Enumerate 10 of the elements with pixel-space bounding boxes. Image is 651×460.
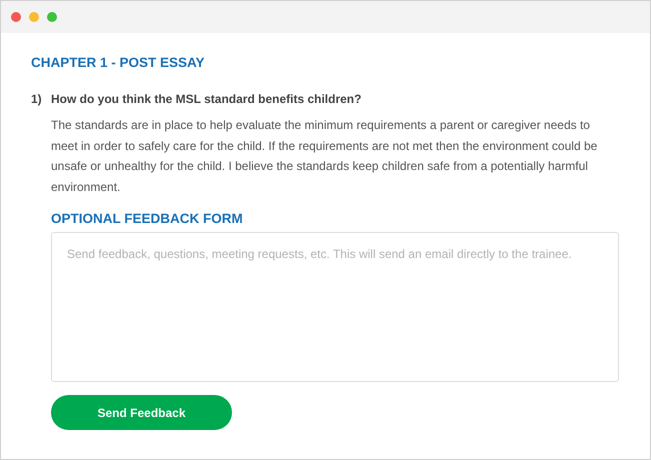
chapter-title: CHAPTER 1 - POST ESSAY <box>31 55 206 70</box>
answer-text: The standards are in place to help evaluate the minimum requirements a parent or caregiver needs to meet in order to safely care for the child. If the requirements are not met then the environment could be unsafe or unhealthy for the child. I believe the standards keep children safe from a potentially harmful environment. <box>51 117 598 196</box>
window-dot-icon[interactable] <box>29 12 39 22</box>
question-text: How do you think the MSL standard benefits children? <box>51 92 362 106</box>
feedback-heading: OPTIONAL FEEDBACK FORM <box>51 211 244 226</box>
send-feedback-button[interactable]: Send Feedback <box>51 395 232 430</box>
feedback-field[interactable]: Send feedback, questions, meeting requests, etc. This will send an email directly to the trainee. <box>51 232 619 382</box>
question-number: 1) <box>31 92 43 106</box>
window-dot-icon[interactable] <box>47 12 57 22</box>
window-dot-icon[interactable] <box>11 12 21 22</box>
